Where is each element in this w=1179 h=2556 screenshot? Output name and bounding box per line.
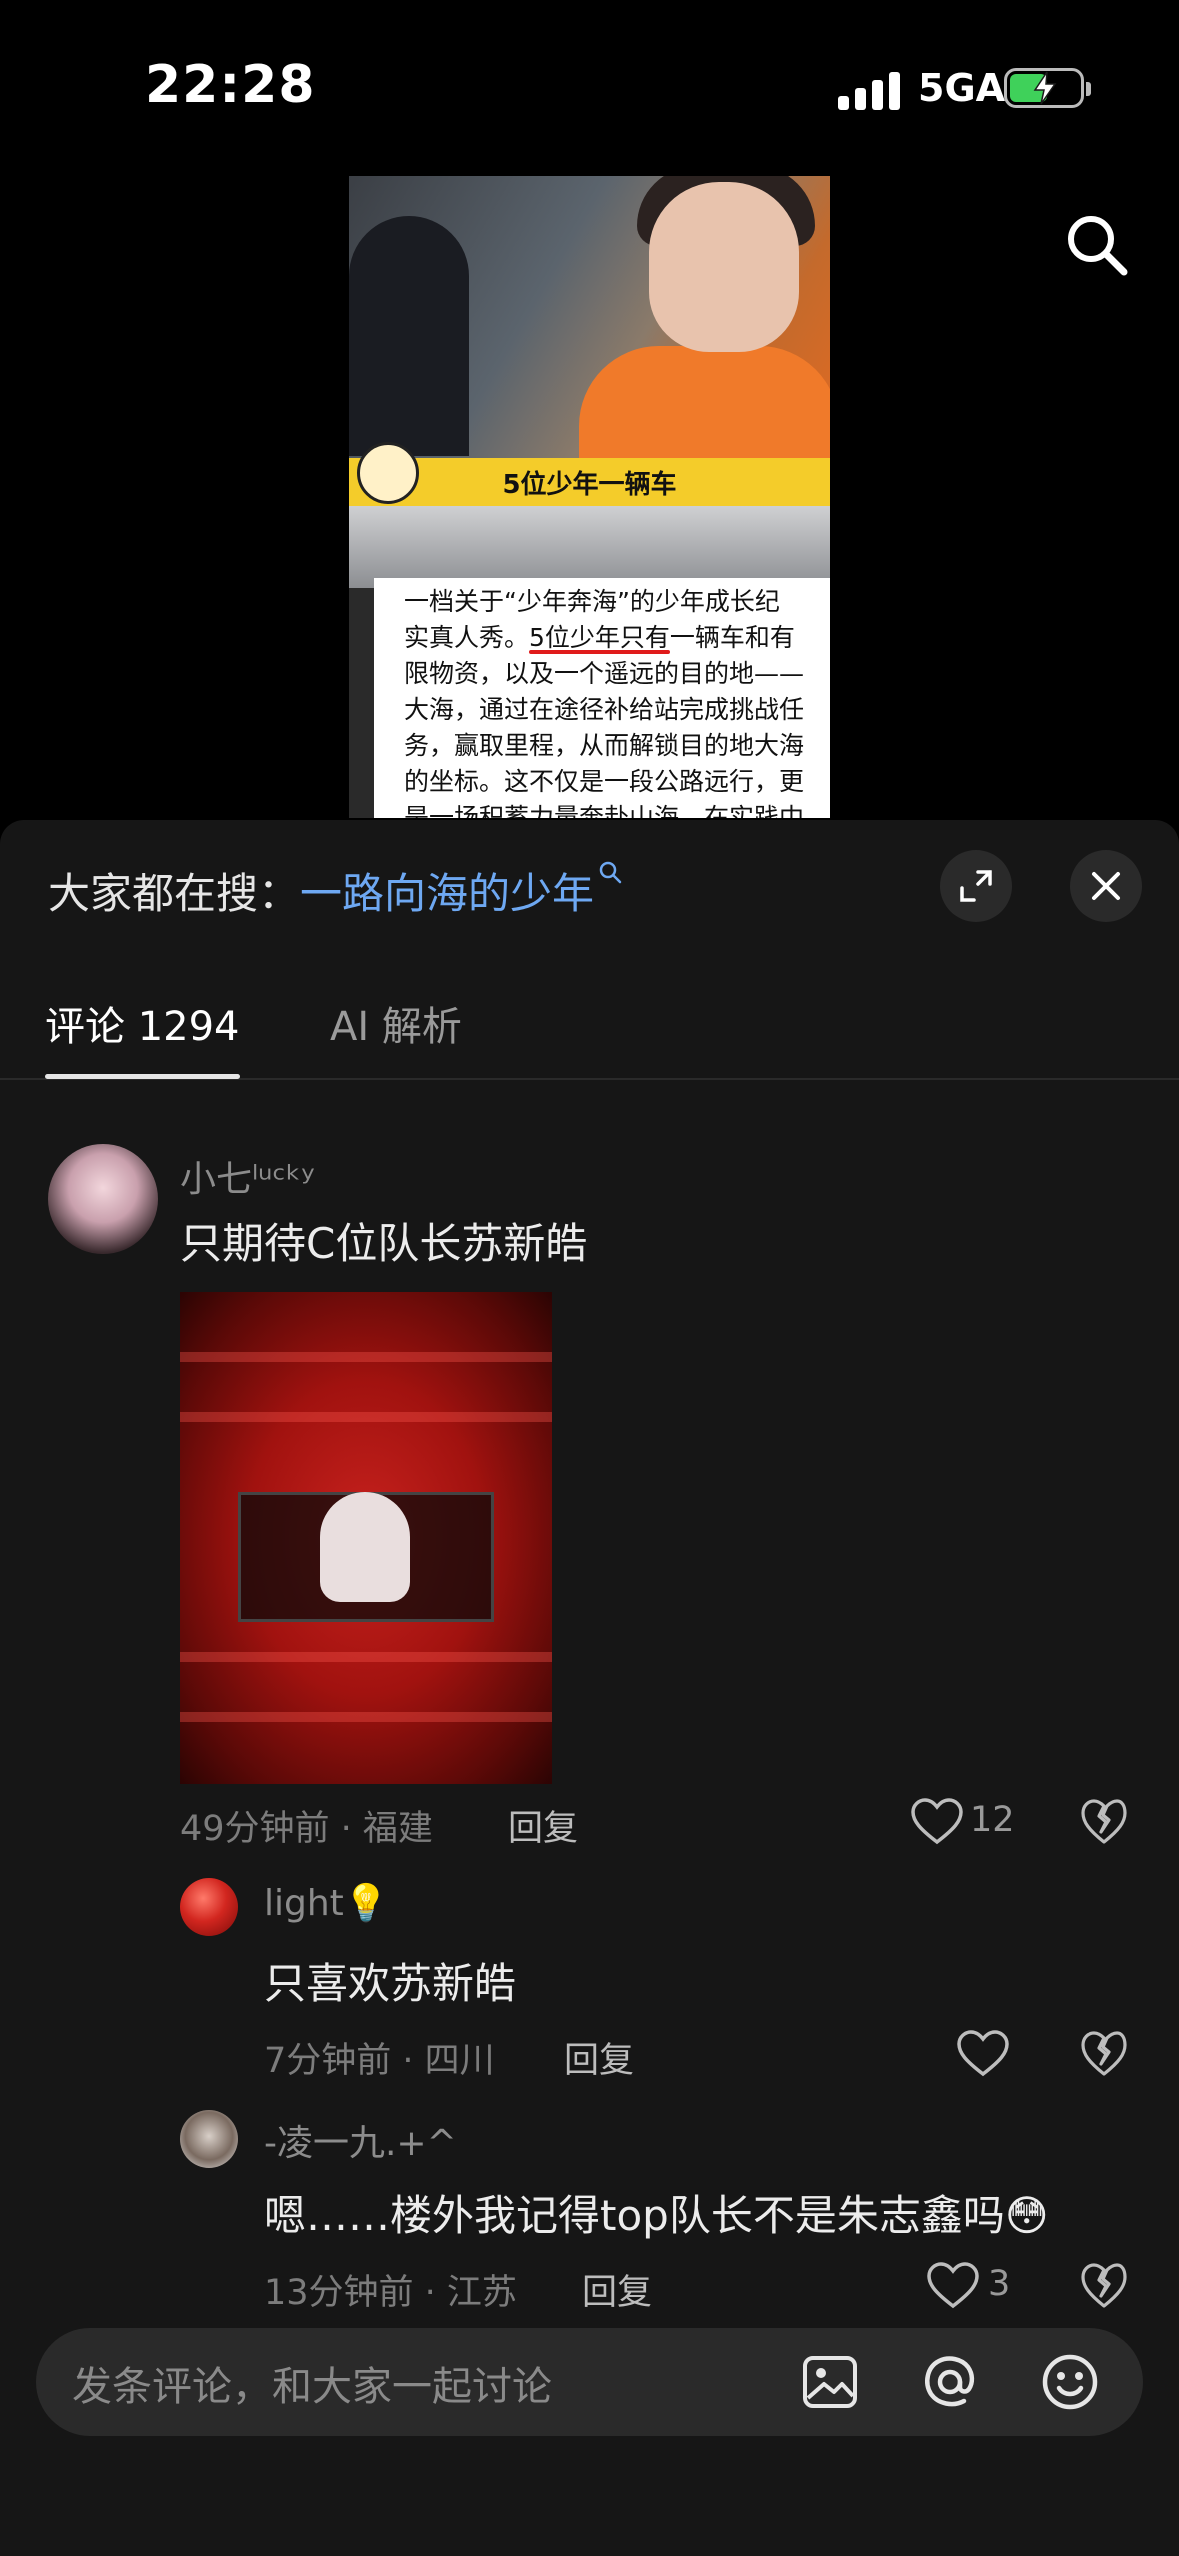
at-icon[interactable] — [920, 2352, 980, 2412]
small-search-icon[interactable] — [598, 860, 624, 886]
search-icon[interactable] — [1062, 210, 1130, 278]
broken-heart-icon[interactable] — [1080, 2030, 1128, 2078]
heart-outline-icon[interactable] — [910, 1798, 964, 1846]
tab-comments[interactable]: 评论 1294 — [45, 994, 240, 1052]
comment-username[interactable]: 小七ˡᵘᶜᵏʸ — [180, 1150, 315, 1202]
expand-icon — [960, 870, 992, 902]
hot-search-prefix: 大家都在搜： — [48, 869, 301, 918]
broken-heart-icon[interactable] — [1080, 1798, 1128, 1846]
active-tab-indicator — [45, 1074, 240, 1079]
caption-line: 大海，通过在途径补给站完成挑战任 — [404, 695, 805, 724]
comment-input-bar[interactable]: 发条评论，和大家一起讨论 — [36, 2328, 1143, 2436]
avatar[interactable] — [180, 1878, 238, 1936]
reply-button[interactable]: 回复 — [564, 2032, 634, 2083]
comment-meta: 49分钟前 · 福建 — [180, 1809, 433, 1849]
caption-line: 是一场积蓄力量奔赴山海，在实践中 — [404, 803, 805, 818]
reply-button[interactable]: 回复 — [508, 1800, 578, 1851]
hot-search-link[interactable]: 一路向海的少年 — [300, 869, 594, 918]
status-bar: 22:28 5GA — [0, 0, 1179, 170]
video-banner: 5位少年一辆车 — [349, 458, 830, 506]
battery-icon — [1004, 68, 1091, 108]
image-icon[interactable] — [800, 2352, 860, 2412]
cartoon-logo-icon — [357, 442, 419, 504]
signal-icon — [838, 70, 900, 110]
caption-line: 一档关于“少年奔海”的少年成长纪 — [404, 587, 780, 616]
comment-username[interactable]: light💡 — [264, 1882, 389, 1924]
close-button[interactable] — [1070, 850, 1142, 922]
comment-text: 嗯……楼外我记得top队长不是朱志鑫吗😳 — [264, 2191, 1049, 2240]
tab-ai-analysis[interactable]: AI 解析 — [330, 994, 462, 1052]
like-count: 12 — [970, 1800, 1015, 1840]
network-type: 5GA — [918, 66, 1006, 110]
emoji-icon[interactable] — [1040, 2352, 1100, 2412]
comment-meta: 7分钟前 · 四川 — [264, 2041, 495, 2081]
hot-search: 大家都在搜：一路向海的少年 — [48, 860, 624, 921]
caption-line: 务，赢取里程，从而解锁目的地大海 — [404, 731, 805, 760]
comment-username[interactable]: -凌一九.+^ — [264, 2114, 457, 2166]
reply-button[interactable]: 回复 — [582, 2264, 652, 2315]
expand-button[interactable] — [940, 850, 1012, 922]
comment-panel: 大家都在搜：一路向海的少年 评论 1294 AI 解析 小七ˡᵘᶜᵏʸ 只期待C… — [0, 820, 1179, 2556]
heart-outline-icon[interactable] — [926, 2262, 980, 2310]
close-icon — [1092, 872, 1120, 900]
video-caption: 一档关于“少年奔海”的少年成长纪 实真人秀。5位少年只有一辆车和有 限物资，以及… — [374, 578, 830, 818]
broken-heart-icon[interactable] — [1080, 2262, 1128, 2310]
video-banner-text: 5位少年一辆车 — [502, 470, 677, 500]
comment-image[interactable] — [180, 1292, 552, 1784]
tab-bar: 评论 1294 AI 解析 — [0, 980, 1179, 1080]
avatar[interactable] — [48, 1144, 158, 1254]
like-count: 3 — [988, 2264, 1011, 2304]
caption-line: 的坐标。这不仅是一段公路远行，更 — [404, 767, 805, 796]
status-time: 22:28 — [145, 55, 316, 115]
comment-meta: 13分钟前 · 江苏 — [264, 2273, 517, 2313]
heart-outline-icon[interactable] — [956, 2030, 1010, 2078]
video-thumbnail[interactable]: 5位少年一辆车 一档关于“少年奔海”的少年成长纪 实真人秀。5位少年只有一辆车和… — [349, 176, 830, 818]
caption-line: 实真人秀。5位少年只有一辆车和有 — [404, 623, 795, 652]
comment-text: 只期待C位队长苏新皓 — [180, 1219, 588, 1268]
comment-input-placeholder[interactable]: 发条评论，和大家一起讨论 — [72, 2354, 552, 2412]
caption-line: 限物资，以及一个遥远的目的地—— — [404, 659, 805, 688]
avatar[interactable] — [180, 2110, 238, 2168]
comment-text: 只喜欢苏新皓 — [264, 1959, 517, 2008]
